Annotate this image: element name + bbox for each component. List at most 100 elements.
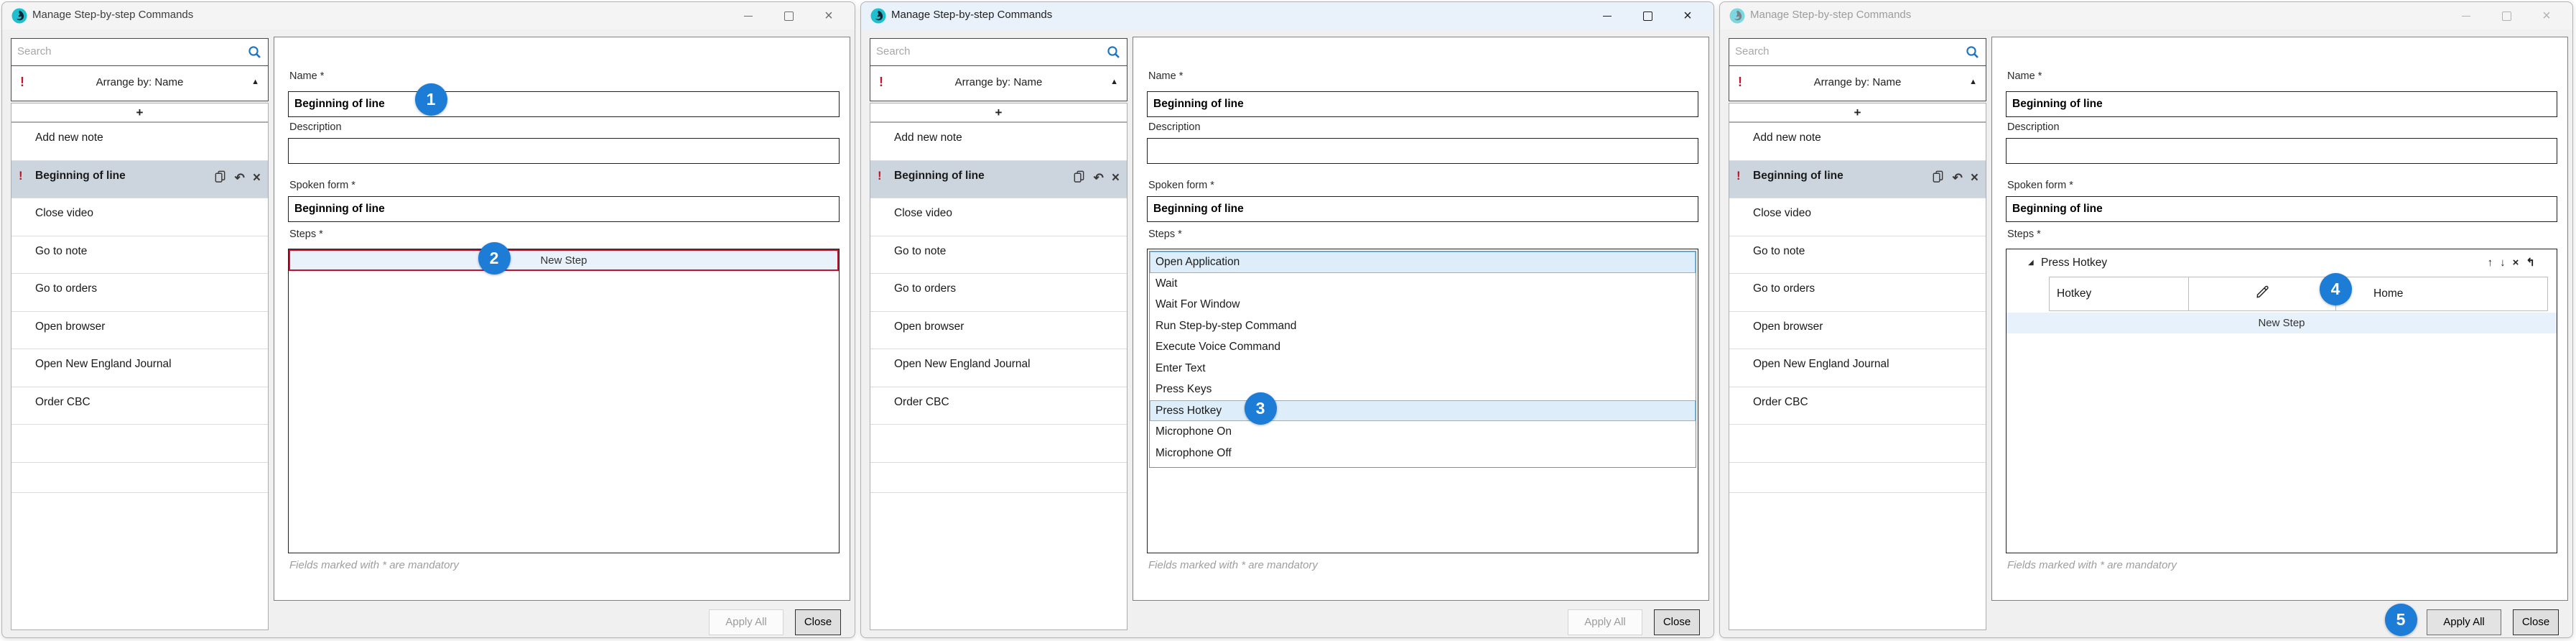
step-type-option[interactable]: Run Step-by-step Command: [1150, 315, 1696, 337]
close-button[interactable]: Close: [1654, 609, 1700, 635]
minimize-button[interactable]: [1587, 2, 1627, 29]
edit-hotkey-button[interactable]: [2189, 277, 2336, 311]
command-list-item[interactable]: Go to orders: [11, 274, 268, 312]
command-list-item[interactable]: Open New England Journal: [1729, 349, 1986, 387]
undo-icon[interactable]: ↶: [1953, 171, 1963, 185]
delete-icon[interactable]: ×: [253, 171, 261, 185]
search-input[interactable]: Search: [11, 38, 269, 66]
search-icon[interactable]: [1965, 45, 1981, 60]
apply-all-button[interactable]: Apply All: [2427, 609, 2501, 635]
spoken-form-field[interactable]: Beginning of line: [2006, 196, 2557, 222]
command-name: Add new note: [1753, 132, 1821, 144]
command-list-item[interactable]: Add new note: [870, 123, 1127, 161]
command-list-item[interactable]: Open browser: [870, 312, 1127, 350]
command-list-item[interactable]: Close video: [1729, 198, 1986, 236]
description-field[interactable]: [2006, 138, 2557, 164]
description-field[interactable]: [1147, 138, 1698, 164]
hotkey-value[interactable]: Home: [2336, 277, 2548, 311]
search-input[interactable]: Search: [1729, 38, 1986, 66]
command-list-item[interactable]: Open browser: [11, 312, 268, 350]
undo-icon[interactable]: ↶: [1094, 171, 1104, 185]
titlebar[interactable]: Manage Step-by-step Commands×: [1720, 2, 2572, 29]
step-type-option[interactable]: Enter Text: [1150, 358, 1696, 379]
command-list-item[interactable]: Go to note: [870, 236, 1127, 275]
close-window-button[interactable]: ×: [809, 2, 849, 29]
command-list-item-selected[interactable]: !Beginning of line↶×: [11, 161, 268, 199]
command-list-item[interactable]: Open New England Journal: [11, 349, 268, 387]
command-list-item[interactable]: Close video: [870, 198, 1127, 236]
command-list-item[interactable]: Close video: [11, 198, 268, 236]
new-step-button[interactable]: New Step: [2007, 313, 2557, 333]
name-field[interactable]: Beginning of line: [2006, 91, 2557, 117]
command-name: Go to orders: [1753, 282, 1815, 295]
command-list-item[interactable]: Order CBC: [1729, 387, 1986, 425]
command-list-item[interactable]: Order CBC: [11, 387, 268, 425]
step-type-option[interactable]: Microphone On: [1150, 421, 1696, 443]
arrange-by-button[interactable]: !Arrange by: Name▲: [870, 65, 1127, 101]
step-type-option[interactable]: Press Keys: [1150, 379, 1696, 400]
step-type-option[interactable]: Microphone Off: [1150, 443, 1696, 464]
minimize-button[interactable]: [728, 2, 768, 29]
close-window-button[interactable]: ×: [2526, 2, 2567, 29]
step-type-option[interactable]: Execute Voice Command: [1150, 336, 1696, 358]
step-title: Press Hotkey: [2041, 257, 2107, 269]
maximize-button[interactable]: [768, 2, 809, 29]
name-label: Name *: [1148, 70, 1183, 82]
new-step-button[interactable]: New Step: [289, 249, 839, 271]
command-list-item-selected[interactable]: !Beginning of line↶×: [870, 161, 1127, 199]
close-button[interactable]: Close: [795, 609, 841, 635]
command-sidebar: Search!Arrange by: Name▲+Add new note!Be…: [868, 37, 1130, 630]
move-down-icon[interactable]: ↓: [2500, 257, 2506, 269]
command-list-item[interactable]: Go to orders: [870, 274, 1127, 312]
command-list-item[interactable]: Add new note: [1729, 123, 1986, 161]
command-sidebar: Search!Arrange by: Name▲+Add new note!Be…: [1727, 37, 1989, 630]
step-type-option-highlighted[interactable]: Press Hotkey: [1150, 400, 1696, 422]
step-type-option-highlighted[interactable]: Open Application: [1150, 252, 1696, 273]
command-list-item[interactable]: Open New England Journal: [870, 349, 1127, 387]
delete-step-icon[interactable]: ×: [2513, 257, 2519, 269]
search-input[interactable]: Search: [870, 38, 1127, 66]
name-field[interactable]: Beginning of line: [288, 91, 840, 117]
duplicate-icon[interactable]: [1931, 170, 1945, 187]
search-icon[interactable]: [1106, 45, 1122, 60]
command-list-item[interactable]: Go to note: [1729, 236, 1986, 275]
minimize-button[interactable]: [2446, 2, 2486, 29]
command-list-item[interactable]: Order CBC: [870, 387, 1127, 425]
move-up-icon[interactable]: ↑: [2488, 257, 2493, 269]
step-type-option[interactable]: Wait For Window: [1150, 294, 1696, 315]
spoken-form-field[interactable]: Beginning of line: [288, 196, 840, 222]
add-command-button[interactable]: +: [1729, 103, 1986, 122]
spoken-form-label: Spoken form *: [289, 180, 355, 191]
arrange-by-button[interactable]: !Arrange by: Name▲: [11, 65, 269, 101]
add-command-button[interactable]: +: [11, 103, 269, 122]
duplicate-icon[interactable]: [1072, 170, 1086, 187]
description-field[interactable]: [288, 138, 840, 164]
step-type-option[interactable]: Wait: [1150, 273, 1696, 295]
command-list-item[interactable]: Open browser: [1729, 312, 1986, 350]
command-list-item-selected[interactable]: !Beginning of line↶×: [1729, 161, 1986, 199]
steps-list: Open ApplicationWaitWait For WindowRun S…: [1147, 249, 1698, 553]
name-field[interactable]: Beginning of line: [1147, 91, 1698, 117]
add-command-button[interactable]: +: [870, 103, 1127, 122]
undo-icon[interactable]: ↶: [235, 171, 245, 185]
undo-step-icon[interactable]: ↰: [2526, 256, 2535, 269]
search-icon[interactable]: [247, 45, 263, 60]
spoken-form-field[interactable]: Beginning of line: [1147, 196, 1698, 222]
maximize-button[interactable]: [1627, 2, 1668, 29]
press-hotkey-step-header[interactable]: ◢ Press Hotkey ↑ ↓ × ↰: [2007, 254, 2557, 275]
close-button[interactable]: Close: [2513, 609, 2559, 635]
delete-icon[interactable]: ×: [1971, 171, 1979, 185]
command-list-item[interactable]: Go to orders: [1729, 274, 1986, 312]
collapse-expander-icon[interactable]: ◢: [2028, 259, 2034, 267]
command-name: Open browser: [35, 320, 105, 333]
delete-icon[interactable]: ×: [1112, 171, 1120, 185]
command-list-item[interactable]: Add new note: [11, 123, 268, 161]
command-list-item[interactable]: Go to note: [11, 236, 268, 275]
maximize-button[interactable]: [2486, 2, 2526, 29]
arrange-by-button[interactable]: !Arrange by: Name▲: [1729, 65, 1986, 101]
close-window-button[interactable]: ×: [1668, 2, 1708, 29]
titlebar[interactable]: Manage Step-by-step Commands×: [861, 2, 1714, 29]
callout-badge-4: 4: [2320, 273, 2352, 305]
duplicate-icon[interactable]: [213, 170, 227, 187]
titlebar[interactable]: Manage Step-by-step Commands×: [2, 2, 855, 29]
